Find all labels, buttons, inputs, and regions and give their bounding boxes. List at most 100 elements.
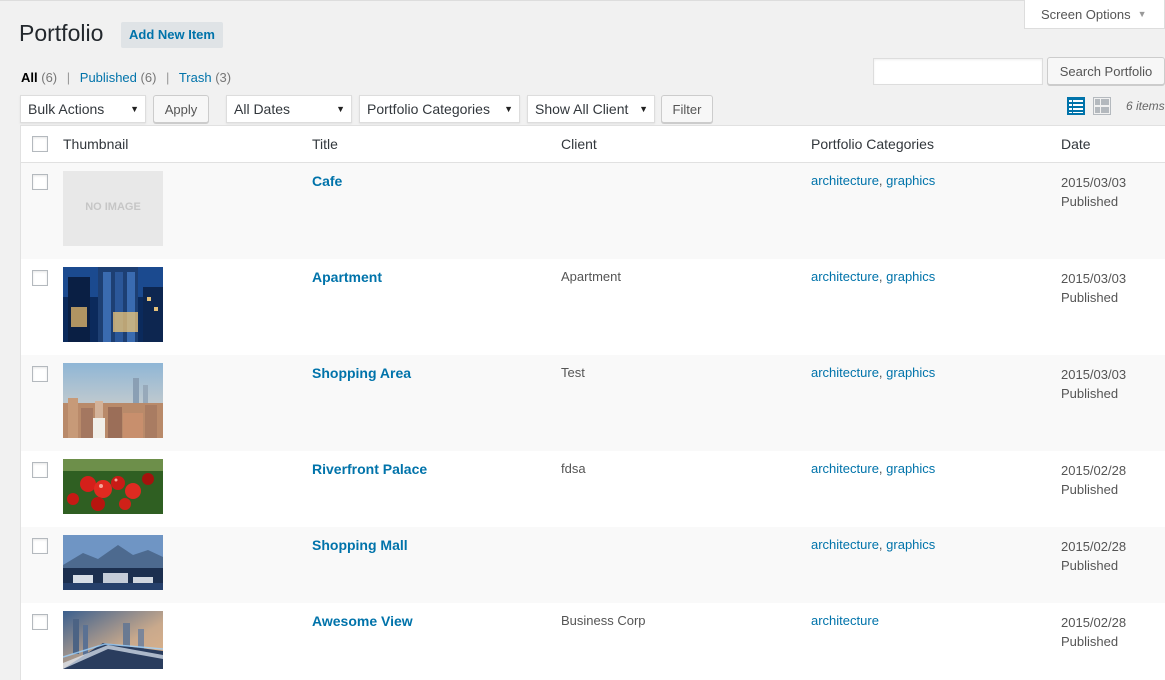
separator: | <box>66 70 71 85</box>
dates-value: All Dates <box>234 101 291 117</box>
row-date: 2015/02/28 Published <box>1061 537 1126 575</box>
row-categories: architecture, graphics <box>811 365 936 380</box>
client-select[interactable]: Show All Client ▼ <box>527 95 655 123</box>
tomatoes-photo-thumbnail[interactable] <box>63 459 163 514</box>
column-thumbnail: Thumbnail <box>63 136 129 152</box>
row-status: Published <box>1061 194 1119 209</box>
row-title-link[interactable]: Riverfront Palace <box>312 461 427 477</box>
page-title: Portfolio <box>19 20 104 46</box>
row-title-link[interactable]: Awesome View <box>312 613 413 629</box>
items-count: 6 items <box>1126 99 1165 113</box>
dates-select[interactable]: All Dates ▼ <box>226 95 352 123</box>
no-image-thumbnail[interactable]: NO IMAGE <box>63 171 163 246</box>
client-value: Show All Client <box>535 101 629 117</box>
row-date-value: 2015/03/03 <box>1061 367 1127 382</box>
categories-select[interactable]: Portfolio Categories ▼ <box>359 95 520 123</box>
row-date: 2015/03/03 Published <box>1061 365 1126 403</box>
category-link[interactable]: graphics <box>886 269 935 284</box>
category-link[interactable]: graphics <box>886 173 935 188</box>
row-title-link[interactable]: Cafe <box>312 173 342 189</box>
category-link[interactable]: architecture <box>811 461 879 476</box>
column-date[interactable]: Date <box>1061 136 1091 152</box>
table-row: Apartment Apartment architecture, graphi… <box>21 259 1165 355</box>
row-client: Business Corp <box>561 613 646 628</box>
row-title-link[interactable]: Shopping Area <box>312 365 411 381</box>
filter-all-count: (6) <box>41 70 58 85</box>
row-checkbox[interactable] <box>32 538 48 554</box>
apply-button[interactable]: Apply <box>153 95 209 123</box>
category-link[interactable]: architecture <box>811 613 879 628</box>
filter-button[interactable]: Filter <box>661 95 713 123</box>
chevron-down-icon: ▼ <box>504 104 513 114</box>
triangle-down-icon: ▼ <box>1137 9 1147 19</box>
list-view-icon[interactable] <box>1067 97 1085 115</box>
category-link[interactable]: architecture <box>811 537 879 552</box>
filter-all-link[interactable]: All <box>21 70 38 85</box>
filter-published-count: (6) <box>140 70 157 85</box>
row-checkbox[interactable] <box>32 270 48 286</box>
filter-published-link[interactable]: Published <box>80 70 137 85</box>
row-categories: architecture, graphics <box>811 537 936 552</box>
table-header: Thumbnail Title Client Portfolio Categor… <box>21 126 1165 163</box>
row-categories: architecture <box>811 613 879 628</box>
filter-trash-count: (3) <box>215 70 232 85</box>
row-status: Published <box>1061 482 1119 497</box>
row-date: 2015/03/03 Published <box>1061 173 1126 211</box>
table-row: Shopping Area Test architecture, graphic… <box>21 355 1165 451</box>
table-row: NO IMAGE Cafe architecture, graphics 201… <box>21 163 1165 259</box>
row-date-value: 2015/02/28 <box>1061 539 1127 554</box>
bulk-actions-select[interactable]: Bulk Actions ▼ <box>20 95 146 123</box>
category-link[interactable]: graphics <box>886 461 935 476</box>
add-new-item-button[interactable]: Add New Item <box>121 22 223 48</box>
row-date: 2015/02/28 Published <box>1061 461 1126 499</box>
table-row: Awesome View Business Corp architecture … <box>21 603 1165 680</box>
row-checkbox[interactable] <box>32 614 48 630</box>
city-skyline-photo-thumbnail[interactable] <box>63 363 163 438</box>
row-date-value: 2015/03/03 <box>1061 175 1127 190</box>
category-link[interactable]: architecture <box>811 173 879 188</box>
separator: | <box>166 70 170 85</box>
no-image-label: NO IMAGE <box>85 201 141 213</box>
top-border <box>0 0 1165 1</box>
row-status: Published <box>1061 558 1119 573</box>
row-checkbox[interactable] <box>32 462 48 478</box>
category-link[interactable]: architecture <box>811 269 879 284</box>
column-client: Client <box>561 136 597 152</box>
category-link[interactable]: graphics <box>886 537 935 552</box>
row-status: Published <box>1061 386 1119 401</box>
category-link[interactable]: architecture <box>811 365 879 380</box>
building-photo-thumbnail[interactable] <box>63 267 163 342</box>
row-categories: architecture, graphics <box>811 269 936 284</box>
bay-city-photo-thumbnail[interactable] <box>63 535 163 590</box>
row-status: Published <box>1061 634 1119 649</box>
chevron-down-icon: ▼ <box>336 104 345 114</box>
table-row: Riverfront Palace fdsa architecture, gra… <box>21 451 1165 527</box>
bulk-actions-value: Bulk Actions <box>28 101 105 117</box>
row-categories: architecture, graphics <box>811 173 936 188</box>
row-date-value: 2015/03/03 <box>1061 271 1127 286</box>
row-title-link[interactable]: Apartment <box>312 269 382 285</box>
filter-trash-link[interactable]: Trash <box>179 70 212 85</box>
row-client: fdsa <box>561 461 586 476</box>
search-portfolio-button[interactable]: Search Portfolio <box>1047 57 1165 85</box>
column-title[interactable]: Title <box>312 136 338 152</box>
row-categories: architecture, graphics <box>811 461 936 476</box>
status-filter-links: All (6) | Published (6) | Trash (3) <box>21 70 231 85</box>
table-row: Shopping Mall architecture, graphics 201… <box>21 527 1165 603</box>
row-date: 2015/03/03 Published <box>1061 269 1126 307</box>
excerpt-view-icon[interactable] <box>1093 97 1111 115</box>
chevron-down-icon: ▼ <box>639 104 648 114</box>
chevron-down-icon: ▼ <box>130 104 139 114</box>
select-all-checkbox[interactable] <box>32 136 48 152</box>
portfolio-table: Thumbnail Title Client Portfolio Categor… <box>20 125 1165 680</box>
row-date: 2015/02/28 Published <box>1061 613 1126 651</box>
highway-city-photo-thumbnail[interactable] <box>63 611 163 669</box>
row-title-link[interactable]: Shopping Mall <box>312 537 408 553</box>
row-checkbox[interactable] <box>32 366 48 382</box>
search-input[interactable] <box>873 58 1043 85</box>
row-client: Test <box>561 365 585 380</box>
screen-options-button[interactable]: Screen Options ▼ <box>1024 0 1165 29</box>
row-checkbox[interactable] <box>32 174 48 190</box>
category-link[interactable]: graphics <box>886 365 935 380</box>
screen-options-label: Screen Options <box>1041 6 1131 22</box>
